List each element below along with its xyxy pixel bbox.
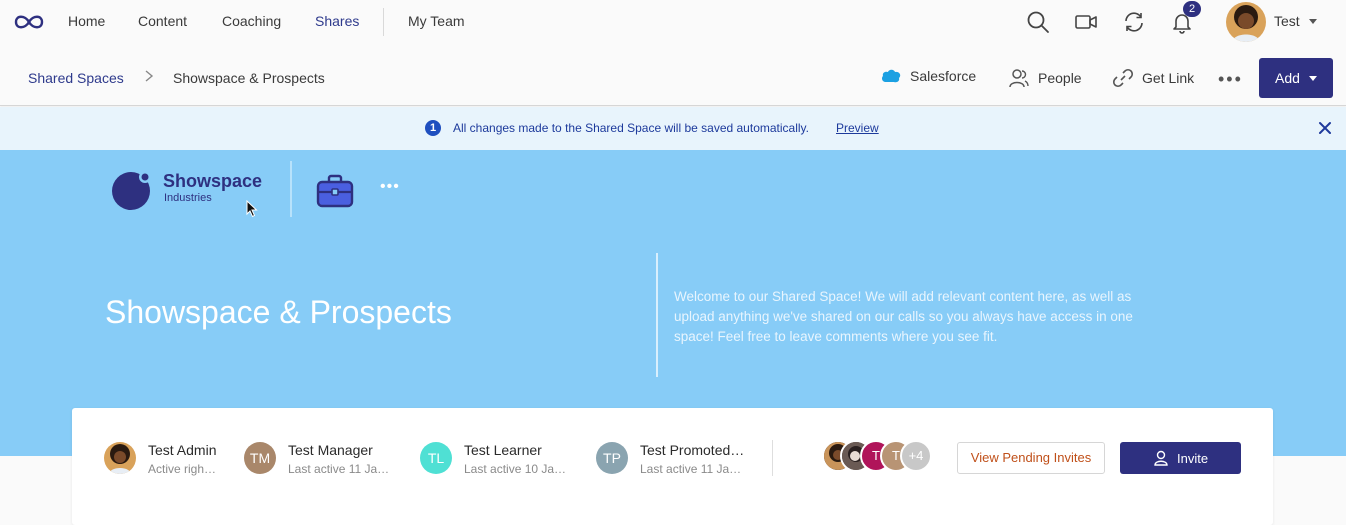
nav-home[interactable]: Home	[68, 13, 105, 29]
member-name: Test Manager	[288, 442, 373, 458]
team-divider	[772, 440, 773, 476]
space-title: Showspace & Prospects	[105, 294, 452, 330]
avatar: TL	[420, 442, 452, 474]
salesforce-label: Salesforce	[910, 68, 977, 84]
user-icon	[1154, 450, 1168, 466]
user-avatar[interactable]	[1226, 2, 1266, 42]
member-status: Active righ…	[148, 462, 217, 476]
top-navigation: Home Content Coaching Shares My Team 2 T…	[0, 0, 1346, 44]
chevron-right-icon	[145, 70, 154, 82]
info-icon: 1	[425, 120, 441, 136]
member-name: Test Admin	[148, 442, 217, 458]
search-icon[interactable]	[1026, 10, 1050, 34]
add-label: Add	[1275, 70, 1300, 86]
video-icon[interactable]	[1074, 10, 1098, 34]
invite-label: Invite	[1177, 451, 1209, 466]
avatar: TP	[596, 442, 628, 474]
people-button[interactable]: People	[1008, 68, 1082, 88]
nav-my-team[interactable]: My Team	[408, 13, 465, 29]
mouse-cursor-icon	[246, 200, 258, 218]
member-status: Last active 11 Ja…	[640, 462, 742, 476]
hero-more-options-icon[interactable]: •••	[380, 178, 400, 196]
app-logo-icon[interactable]	[12, 12, 46, 32]
space-description: Welcome to our Shared Space! We will add…	[674, 289, 1133, 344]
sync-icon[interactable]	[1122, 10, 1146, 34]
member-status: Last active 10 Ja…	[464, 462, 567, 476]
brand-subtitle: Industries	[164, 192, 212, 204]
nav-shares[interactable]: Shares	[315, 13, 359, 29]
link-icon	[1112, 68, 1134, 88]
member-name: Test Learner	[464, 442, 542, 458]
people-label: People	[1038, 70, 1082, 86]
user-name[interactable]: Test	[1274, 13, 1300, 29]
add-caret-icon	[1309, 76, 1317, 81]
member-status: Last active 11 Ja…	[288, 462, 390, 476]
briefcase-icon[interactable]	[316, 174, 354, 208]
avatar	[104, 442, 136, 474]
shared-space-toolbar: Shared Spaces Showspace & Prospects Sale…	[0, 44, 1346, 106]
breadcrumb-current: Showspace & Prospects	[173, 70, 325, 86]
view-pending-invites-button[interactable]: View Pending Invites	[957, 442, 1105, 474]
hero-divider	[290, 161, 292, 217]
more-members-count: +4	[900, 440, 932, 472]
salesforce-button[interactable]: Salesforce	[880, 68, 976, 84]
avatar: TM	[244, 442, 276, 474]
add-button[interactable]: Add	[1259, 58, 1333, 98]
autosave-banner: 1 All changes made to the Shared Space w…	[0, 107, 1346, 150]
member-name: Test Promoted…	[640, 442, 745, 458]
showspace-logo-icon[interactable]	[112, 170, 152, 210]
nav-coaching[interactable]: Coaching	[222, 13, 281, 29]
brand-name: Showspace	[163, 171, 263, 191]
salesforce-icon	[882, 69, 901, 83]
hero-description-divider	[656, 253, 658, 377]
more-options-icon[interactable]: •••	[1218, 69, 1243, 90]
nav-content[interactable]: Content	[138, 13, 187, 29]
people-icon	[1009, 69, 1029, 88]
banner-message: All changes made to the Shared Space wil…	[453, 121, 809, 135]
close-icon[interactable]	[1317, 120, 1333, 136]
preview-link[interactable]: Preview	[836, 121, 879, 135]
nav-divider	[383, 8, 384, 36]
notification-badge: 2	[1183, 1, 1201, 17]
user-menu-caret-icon[interactable]	[1309, 19, 1317, 24]
invite-button[interactable]: Invite	[1120, 442, 1241, 474]
team-members-card: Test Admin Active righ… TM Test Manager …	[72, 408, 1273, 525]
get-link-label: Get Link	[1142, 70, 1195, 86]
get-link-button[interactable]: Get Link	[1112, 68, 1194, 88]
breadcrumb-shared-spaces[interactable]: Shared Spaces	[28, 70, 124, 86]
member-avatar-stack[interactable]: T T +4	[822, 440, 942, 474]
